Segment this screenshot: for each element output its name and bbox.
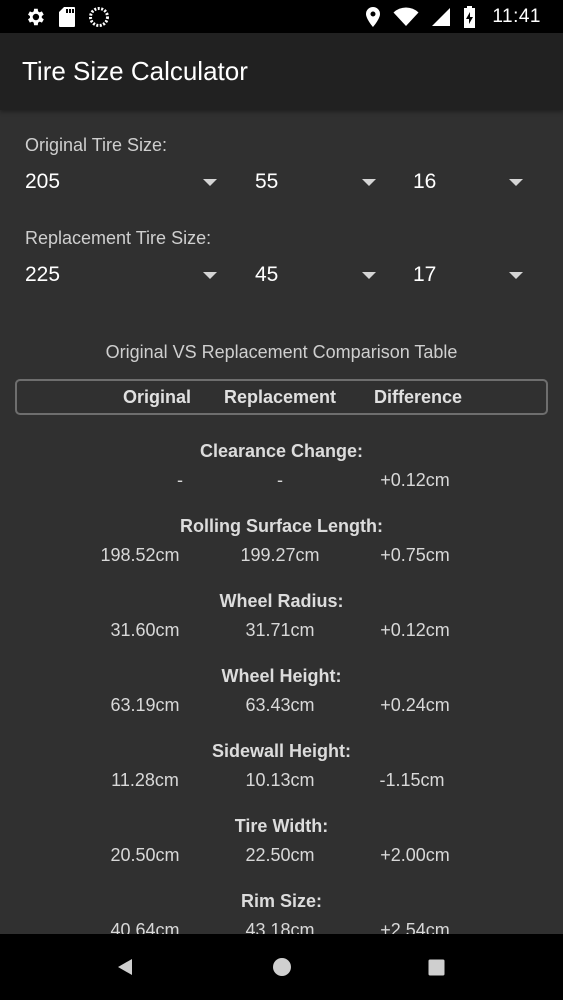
recents-icon bbox=[428, 959, 444, 975]
header-difference: Difference bbox=[373, 387, 463, 407]
original-rim-value: 16 bbox=[413, 170, 437, 193]
difference-value: +0.75cm bbox=[380, 545, 450, 565]
dropdown-caret-icon bbox=[203, 271, 217, 279]
replacement-aspect-spinner[interactable]: 45 bbox=[255, 256, 376, 294]
metric-title: Rolling Surface Length: bbox=[179, 516, 383, 536]
original-rim-spinner[interactable]: 16 bbox=[413, 163, 523, 201]
app-bar: Tire Size Calculator bbox=[0, 33, 563, 110]
metric-title: Wheel Radius: bbox=[219, 591, 344, 611]
metric-title: Wheel Height: bbox=[221, 666, 342, 686]
metric-title: Clearance Change: bbox=[199, 441, 364, 461]
replacement-aspect-value: 45 bbox=[255, 263, 279, 286]
replacement-width-spinner[interactable]: 225 bbox=[25, 256, 217, 294]
back-button[interactable] bbox=[95, 934, 155, 1000]
signal-icon bbox=[431, 7, 451, 27]
difference-value: +0.24cm bbox=[380, 695, 450, 715]
difference-value: +0.12cm bbox=[380, 470, 450, 490]
dropdown-caret-icon bbox=[362, 178, 376, 186]
header-original: Original bbox=[122, 387, 191, 407]
difference-value: +2.00cm bbox=[380, 845, 450, 865]
metric-title: Tire Width: bbox=[234, 816, 329, 836]
sd-card-icon bbox=[58, 6, 76, 28]
battery-charging-icon bbox=[463, 5, 476, 28]
dropdown-caret-icon bbox=[509, 178, 523, 186]
original-width-spinner[interactable]: 205 bbox=[25, 163, 217, 201]
navigation-bar bbox=[0, 934, 563, 1000]
app-title: Tire Size Calculator bbox=[22, 56, 248, 86]
original-aspect-value: 55 bbox=[255, 170, 279, 193]
home-button[interactable] bbox=[252, 934, 312, 1000]
original-aspect-spinner[interactable]: 55 bbox=[255, 163, 376, 201]
loading-circle-icon bbox=[88, 6, 110, 28]
back-icon bbox=[118, 959, 132, 975]
replacement-rim-spinner[interactable]: 17 bbox=[413, 256, 523, 294]
header-replacement: Replacement bbox=[223, 387, 337, 407]
recents-button[interactable] bbox=[406, 934, 466, 1000]
original-width-value: 205 bbox=[25, 170, 61, 193]
replacement-size-label: Replacement Tire Size: bbox=[25, 228, 212, 248]
dropdown-caret-icon bbox=[362, 271, 376, 279]
replacement-width-value: 225 bbox=[25, 263, 61, 286]
dropdown-caret-icon bbox=[203, 178, 217, 186]
clock: 11:41 bbox=[492, 5, 541, 27]
difference-value: -1.15cm bbox=[379, 770, 445, 790]
metric-title: Sidewall Height: bbox=[211, 741, 352, 761]
replacement-rim-value: 17 bbox=[413, 263, 437, 286]
home-icon bbox=[273, 958, 291, 976]
status-bar: 11:41 bbox=[0, 0, 563, 33]
gear-icon bbox=[24, 6, 46, 28]
difference-value: +2.54cm bbox=[380, 920, 450, 934]
difference-value: +0.12cm bbox=[380, 620, 450, 640]
comparison-table-header: Original Replacement Difference bbox=[15, 379, 548, 415]
dropdown-caret-icon bbox=[509, 271, 523, 279]
wifi-icon bbox=[393, 6, 419, 27]
metric-title: Rim Size: bbox=[240, 891, 323, 911]
comparison-table-caption: Original VS Replacement Comparison Table bbox=[105, 342, 458, 362]
original-size-label: Original Tire Size: bbox=[25, 135, 168, 155]
location-icon bbox=[365, 6, 381, 28]
main-content: Original Tire Size: 205 55 16 Replacemen… bbox=[0, 110, 563, 934]
